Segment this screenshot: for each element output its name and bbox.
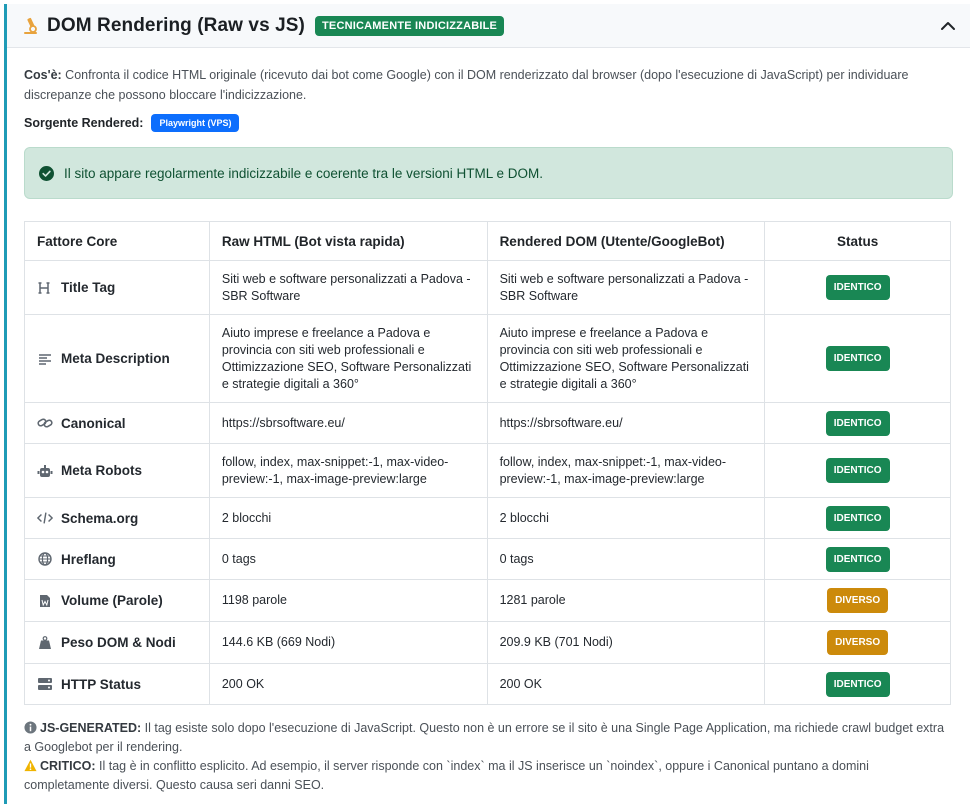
- rendered-value: 200 OK: [486, 663, 766, 705]
- intro-label: Cos'è:: [24, 68, 62, 82]
- col-header-status: Status: [764, 221, 951, 261]
- source-badge: Playwright (VPS): [151, 114, 240, 132]
- panel-body: Cos'è: Confronta il codice HTML original…: [7, 48, 970, 795]
- status-badge: DIVERSO: [827, 588, 889, 613]
- raw-value: https://sbrsoftware.eu/: [208, 402, 488, 444]
- table-row: Canonical https://sbrsoftware.eu/ https:…: [24, 402, 951, 444]
- status-badge: IDENTICO: [825, 505, 890, 531]
- status-badge: IDENTICO: [825, 458, 890, 483]
- source-label: Sorgente Rendered:: [24, 116, 144, 130]
- critical-note: CRITICO: Il tag è in conflitto esplicito…: [24, 757, 953, 795]
- table-row: Hreflang 0 tags 0 tags IDENTICO: [24, 538, 951, 580]
- raw-value: 144.6 KB (669 Nodi): [208, 621, 488, 664]
- rendered-value: 1281 parole: [486, 579, 766, 622]
- raw-value: 200 OK: [208, 663, 488, 705]
- chevron-up-icon[interactable]: [938, 16, 958, 36]
- intro-text: Confronta il codice HTML originale (rice…: [24, 68, 909, 102]
- raw-value: 1198 parole: [208, 579, 488, 622]
- code-icon: [37, 510, 53, 526]
- globe-icon: [37, 551, 53, 567]
- raw-value: Aiuto imprese e freelance a Padova e pro…: [208, 314, 488, 403]
- link-icon: [37, 415, 53, 431]
- comparison-table: Fattore Core Raw HTML (Bot vista rapida)…: [24, 221, 951, 705]
- col-header-rendered: Rendered DOM (Utente/GoogleBot): [486, 221, 766, 261]
- robot-icon: [37, 463, 53, 479]
- js-generated-label: JS-GENERATED:: [40, 721, 142, 735]
- check-circle-icon: [39, 165, 54, 181]
- js-generated-note: JS-GENERATED: Il tag esiste solo dopo l'…: [24, 719, 953, 757]
- table-header-row: Fattore Core Raw HTML (Bot vista rapida)…: [24, 221, 951, 261]
- panel-title: DOM Rendering (Raw vs JS): [47, 14, 305, 36]
- legend-notes: JS-GENERATED: Il tag esiste solo dopo l'…: [24, 719, 953, 795]
- heading-icon: [37, 280, 53, 296]
- col-header-factor: Fattore Core: [24, 221, 210, 261]
- factor-label: Title Tag: [61, 280, 116, 295]
- factor-label: Meta Robots: [61, 463, 142, 478]
- factor-label: Canonical: [61, 415, 126, 431]
- status-badge: IDENTICO: [825, 410, 890, 436]
- table-row: Volume (Parole) 1198 parole 1281 parole …: [24, 579, 951, 622]
- rendered-value: https://sbrsoftware.eu/: [486, 402, 766, 444]
- rendered-value: Aiuto imprese e freelance a Padova e pro…: [486, 314, 766, 403]
- rendered-source: Sorgente Rendered: Playwright (VPS): [24, 114, 953, 132]
- table-row: Meta Description Aiuto imprese e freelan…: [24, 314, 951, 403]
- table-row: Meta Robots follow, index, max-snippet:-…: [24, 443, 951, 498]
- intro-description: Cos'è: Confronta il codice HTML original…: [24, 65, 953, 105]
- table-row: Title Tag Siti web e software personaliz…: [24, 260, 951, 315]
- factor-label: Meta Description: [61, 351, 170, 366]
- indexable-badge: TECNICAMENTE INDICIZZABILE: [315, 15, 505, 36]
- rendered-value: 0 tags: [486, 538, 766, 580]
- factor-label: Peso DOM & Nodi: [61, 635, 176, 650]
- factor-label: Schema.org: [61, 510, 139, 526]
- rendered-value: 209.9 KB (701 Nodi): [486, 621, 766, 664]
- microscope-icon: [21, 16, 41, 36]
- rendered-value: 2 blocchi: [486, 497, 766, 539]
- rendered-value: Siti web e software personalizzati a Pad…: [486, 260, 766, 315]
- status-badge: IDENTICO: [825, 275, 890, 300]
- status-badge: IDENTICO: [825, 346, 890, 371]
- server-icon: [37, 676, 53, 692]
- factor-label: HTTP Status: [61, 676, 142, 692]
- critical-text: Il tag è in conflitto esplicito. Ad esem…: [24, 759, 869, 792]
- status-badge: IDENTICO: [825, 546, 890, 572]
- warning-icon: [24, 759, 37, 772]
- info-icon: [24, 721, 37, 734]
- raw-value: 0 tags: [208, 538, 488, 580]
- critical-label: CRITICO:: [40, 759, 96, 773]
- word-file-icon: [37, 593, 53, 609]
- factor-label: Volume (Parole): [61, 593, 163, 608]
- table-row: Peso DOM & Nodi 144.6 KB (669 Nodi) 209.…: [24, 621, 951, 664]
- panel-header[interactable]: DOM Rendering (Raw vs JS) TECNICAMENTE I…: [7, 4, 970, 48]
- status-badge: DIVERSO: [827, 630, 889, 655]
- table-row: HTTP Status 200 OK 200 OK IDENTICO: [24, 663, 951, 705]
- status-badge: IDENTICO: [825, 671, 890, 697]
- alert-text: Il sito appare regolarmente indicizzabil…: [64, 165, 543, 181]
- success-alert: Il sito appare regolarmente indicizzabil…: [24, 147, 953, 199]
- align-left-icon: [37, 351, 53, 367]
- weight-icon: [37, 635, 53, 651]
- col-header-raw: Raw HTML (Bot vista rapida): [208, 221, 488, 261]
- raw-value: follow, index, max-snippet:-1, max-video…: [208, 443, 488, 498]
- raw-value: 2 blocchi: [208, 497, 488, 539]
- js-generated-text: Il tag esiste solo dopo l'esecuzione di …: [24, 721, 945, 754]
- factor-label: Hreflang: [61, 551, 116, 567]
- rendered-value: follow, index, max-snippet:-1, max-video…: [486, 443, 766, 498]
- raw-value: Siti web e software personalizzati a Pad…: [208, 260, 488, 315]
- dom-rendering-panel: DOM Rendering (Raw vs JS) TECNICAMENTE I…: [4, 4, 970, 804]
- table-row: Schema.org 2 blocchi 2 blocchi IDENTICO: [24, 497, 951, 539]
